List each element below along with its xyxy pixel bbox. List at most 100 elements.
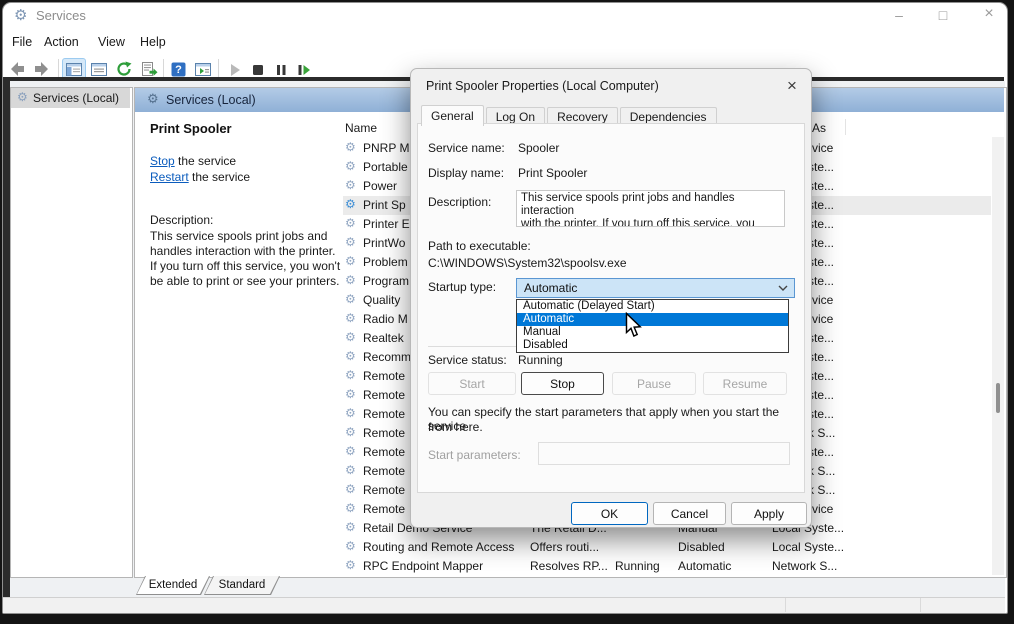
properties-icon[interactable] <box>88 59 110 79</box>
ok-button[interactable]: OK <box>571 502 648 525</box>
dialog-description-line: with the printer. If you turn off this s… <box>521 218 780 227</box>
minimize-button[interactable]: – <box>890 7 908 23</box>
menu-action[interactable]: Action <box>44 35 79 49</box>
maximize-button[interactable]: □ <box>934 7 952 23</box>
help-icon[interactable]: ? <box>167 59 189 79</box>
service-description: Offers routi... <box>530 540 599 554</box>
selected-service-title: Print Spooler <box>150 121 232 136</box>
service-gear-icon: ⚙ <box>345 140 356 154</box>
service-gear-icon: ⚙ <box>345 520 356 534</box>
service-gear-icon: ⚙ <box>345 330 356 344</box>
startup-type-value: Automatic <box>524 281 577 295</box>
service-status: Running <box>615 559 660 573</box>
forward-icon[interactable] <box>31 59 53 79</box>
resume-button[interactable]: Resume <box>703 372 787 395</box>
dialog-title: Print Spooler Properties (Local Computer… <box>426 79 659 93</box>
cancel-button[interactable]: Cancel <box>653 502 726 525</box>
service-name: Realtek <box>363 331 404 345</box>
restart-service-line: Restart the service <box>150 170 250 184</box>
column-header-log-on-as[interactable]: As <box>812 121 826 135</box>
service-name: Print Sp <box>363 198 406 212</box>
service-name: Quality <box>363 293 400 307</box>
service-description: Resolves RP... <box>530 559 608 573</box>
description-line: If you turn off this service, you won't <box>150 259 340 273</box>
service-gear-icon: ⚙ <box>345 216 356 230</box>
service-name: Portable <box>363 160 408 174</box>
stop-button[interactable]: Stop <box>521 372 604 395</box>
screen: ⚙ Services – □ × File Action View Help ?… <box>0 0 1014 624</box>
service-log-on-as: k S... <box>808 426 835 440</box>
stop-service-rest: the service <box>175 154 236 168</box>
description-label: Description: <box>150 213 213 227</box>
dropdown-option-manual[interactable]: Manual <box>517 326 788 339</box>
service-row[interactable]: ⚙RPC Endpoint MapperResolves RP...Runnin… <box>343 557 993 576</box>
restart-service-link[interactable]: Restart <box>150 170 189 184</box>
status-bar-divider <box>785 598 786 612</box>
service-row[interactable]: ⚙Routing and Remote AccessOffers routi..… <box>343 538 993 557</box>
service-status-label: Service status: <box>428 353 507 367</box>
dialog-tab-general[interactable]: General <box>421 105 484 126</box>
start-button[interactable]: Start <box>428 372 516 395</box>
column-header-name[interactable]: Name <box>345 121 377 135</box>
mouse-cursor <box>624 312 642 338</box>
service-gear-icon: ⚙ <box>345 178 356 192</box>
service-name: Remote <box>363 502 405 516</box>
services-header-icon: ⚙ <box>147 91 159 107</box>
display-name-label: Display name: <box>428 166 504 180</box>
service-gear-icon: ⚙ <box>345 254 356 268</box>
description-line: handles interaction with the printer. <box>150 244 335 258</box>
footer-tab-standard[interactable]: Standard <box>204 576 280 595</box>
service-name: Power <box>363 179 397 193</box>
toolbar-separator <box>58 59 59 78</box>
dropdown-option-automatic-delayed-start-[interactable]: Automatic (Delayed Start) <box>517 300 788 313</box>
startup-type-combobox[interactable]: Automatic <box>516 278 795 298</box>
start-parameters-label: Start parameters: <box>428 448 521 462</box>
service-startup-type: Automatic <box>678 559 731 573</box>
toolbar-separator <box>163 59 164 78</box>
list-scrollbar-thumb[interactable] <box>996 383 1000 413</box>
dialog-description-box[interactable]: This service spools print jobs and handl… <box>516 190 785 227</box>
service-log-on-as: Network S... <box>772 559 837 573</box>
menu-view[interactable]: View <box>98 35 125 49</box>
show-action-pane-icon[interactable] <box>192 59 214 79</box>
service-name: Remote <box>363 426 405 440</box>
status-bar-divider <box>920 598 921 612</box>
pause-button[interactable]: Pause <box>612 372 696 395</box>
close-button[interactable]: × <box>980 5 998 23</box>
service-name: Remote <box>363 483 405 497</box>
dialog-close-icon[interactable]: × <box>783 76 801 96</box>
dropdown-option-disabled[interactable]: Disabled <box>517 339 788 352</box>
service-name: Printer E <box>363 217 410 231</box>
dropdown-option-automatic[interactable]: Automatic <box>517 313 788 326</box>
service-gear-icon: ⚙ <box>345 501 356 515</box>
menu-file[interactable]: File <box>12 35 32 49</box>
back-icon[interactable] <box>6 59 28 79</box>
service-name: Remote <box>363 445 405 459</box>
service-name: Recomm <box>363 350 411 364</box>
console-tree-panel <box>10 87 133 578</box>
service-gear-icon: ⚙ <box>345 235 356 249</box>
service-gear-icon: ⚙ <box>345 273 356 287</box>
group-separator <box>428 346 523 347</box>
service-gear-icon: ⚙ <box>345 349 356 363</box>
startup-type-label: Startup type: <box>428 280 496 294</box>
column-divider <box>845 119 846 135</box>
menu-help[interactable]: Help <box>140 35 166 49</box>
dialog-description-line: This service spools print jobs and handl… <box>521 192 780 218</box>
print-spooler-properties-dialog: Print Spooler Properties (Local Computer… <box>410 68 812 528</box>
client-left-edge <box>3 77 10 597</box>
footer-tab-label: Standard <box>205 576 279 594</box>
footer-tab-extended[interactable]: Extended <box>136 576 210 595</box>
refresh-icon[interactable] <box>113 59 135 79</box>
list-scrollbar[interactable] <box>992 137 1004 575</box>
export-list-icon[interactable] <box>138 59 160 79</box>
service-gear-icon: ⚙ <box>345 406 356 420</box>
start-parameters-input[interactable] <box>538 442 790 465</box>
service-name: Remote <box>363 464 405 478</box>
service-name: Routing and Remote Access <box>363 540 514 554</box>
service-log-on-as: k S... <box>808 483 835 497</box>
apply-button[interactable]: Apply <box>731 502 807 525</box>
service-log-on-as: Local Syste... <box>772 540 844 554</box>
service-startup-type: Disabled <box>678 540 725 554</box>
stop-service-link[interactable]: Stop <box>150 154 175 168</box>
